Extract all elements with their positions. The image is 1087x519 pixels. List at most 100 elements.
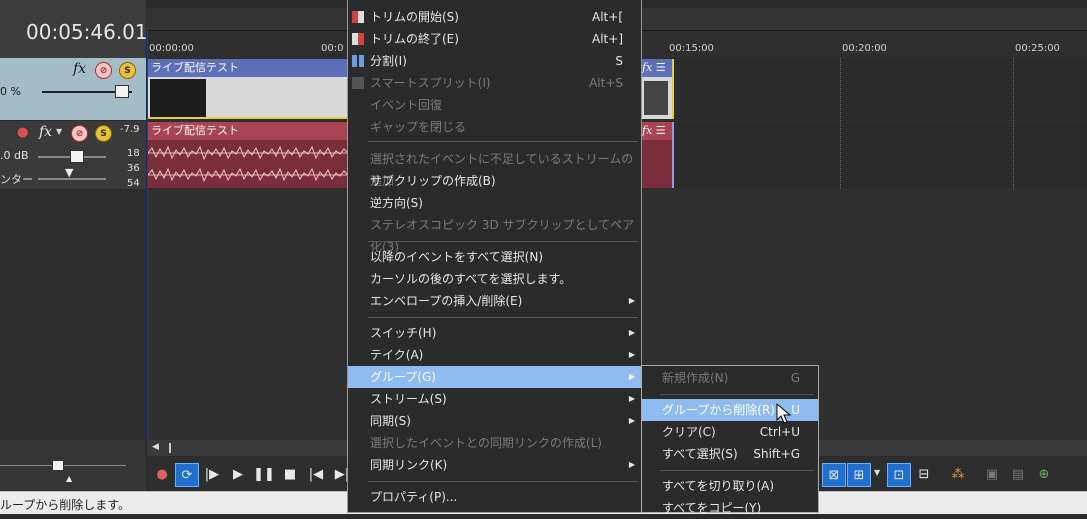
- meter-peak-label: -7.9: [120, 124, 140, 135]
- volume-slider-knob[interactable]: [70, 150, 84, 163]
- scroll-thumb-start[interactable]: [169, 443, 171, 453]
- submenu-item-select-all[interactable]: すべて選択(S) Shift+G: [642, 443, 818, 465]
- loop-playback-icon[interactable]: ⟳: [175, 463, 199, 487]
- menu-item-create-subclip[interactable]: サブクリップの作成(B): [348, 170, 641, 192]
- clip-menu-icon[interactable]: ☰: [656, 61, 666, 74]
- pause-icon[interactable]: ❚❚: [253, 463, 275, 485]
- play-from-start-icon[interactable]: |▶: [201, 463, 223, 485]
- zoom-up-icon[interactable]: ▲: [66, 474, 72, 483]
- submenu-arrow-icon: ▶: [628, 460, 635, 469]
- menu-item-reverse[interactable]: 逆方向(S): [348, 192, 641, 214]
- ruler-tick-label: 00:0: [321, 43, 344, 54]
- submenu-item-copy-all[interactable]: すべてをコピー(Y): [642, 497, 818, 519]
- normal-edit-tool-icon[interactable]: ⁂: [947, 463, 969, 485]
- menu-separator: [368, 241, 638, 242]
- menu-item-select-after-cursor[interactable]: カーソルの後のすべてを選択します。: [348, 268, 641, 290]
- submenu-arrow-icon: ▶: [628, 394, 635, 403]
- fx-dropdown-icon[interactable]: ▼: [56, 127, 62, 136]
- pan-label: ンター: [0, 173, 33, 186]
- menu-item-add-missing-streams[interactable]: 選択されたイベントに不足しているストリームの追加: [348, 148, 641, 188]
- bottom-left-panel: ▲: [0, 440, 146, 491]
- audio-track-header[interactable]: ● fx ▼ ⊘ S -7.9 .0 dB ンター ▼ 18 36 54: [0, 121, 146, 189]
- menu-item-group[interactable]: グループ(G) ▶: [348, 366, 641, 388]
- video-thumbnail-end: [644, 81, 668, 115]
- group-submenu: 新規作成(N) G グループから削除(R) U クリア(C) Ctrl+U すべ…: [641, 365, 819, 515]
- audio-clip-end[interactable]: fx ☰: [642, 122, 674, 188]
- submenu-item-new-group[interactable]: 新規作成(N) G: [642, 367, 818, 389]
- track-list-empty-area: [0, 190, 146, 440]
- grid-line: [1013, 58, 1014, 189]
- audio-mute-icon[interactable]: ⊘: [71, 125, 88, 142]
- menu-item-select-following[interactable]: 以降のイベントをすべて選択(N): [348, 246, 641, 268]
- meter-label-36: 36: [127, 163, 140, 174]
- menu-item-take[interactable]: テイク(A) ▶: [348, 344, 641, 366]
- video-clip-end[interactable]: fx ☰: [642, 59, 674, 119]
- selection-tool-icon[interactable]: ▤: [1007, 463, 1029, 485]
- stop-icon[interactable]: ■: [279, 463, 301, 485]
- menu-item-sync[interactable]: 同期(S) ▶: [348, 410, 641, 432]
- pan-slider-knob[interactable]: ▼: [65, 166, 73, 179]
- video-level-slider-knob[interactable]: [115, 85, 129, 98]
- audio-clip[interactable]: ライブ配信テスト: [148, 122, 348, 188]
- clip-fx-icon[interactable]: fx: [642, 61, 652, 74]
- menu-item-smart-split[interactable]: スマートスプリット(I) Alt+S: [348, 72, 641, 94]
- video-clip-title: ライブ配信テスト: [148, 59, 348, 77]
- submenu-arrow-icon: ▶: [628, 328, 635, 337]
- submenu-item-cut-all[interactable]: すべてを切り取り(A): [642, 475, 818, 497]
- solo-icon[interactable]: S: [119, 62, 136, 79]
- zoom-slider-knob[interactable]: [52, 460, 64, 471]
- menu-item-trim-start[interactable]: トリムの開始(S) Alt+[: [348, 6, 641, 28]
- menu-separator: [368, 481, 638, 482]
- menu-item-close-gap[interactable]: ギャップを閉じる: [348, 116, 641, 138]
- ruler-tick-label: 00:15:00: [669, 43, 714, 54]
- menu-separator: [368, 317, 638, 318]
- trim-start-icon: [352, 11, 364, 23]
- audio-clip-menu-icon[interactable]: ☰: [656, 124, 666, 137]
- timecode-display: 00:05:46.01: [26, 20, 148, 44]
- play-icon[interactable]: ▶: [227, 463, 249, 485]
- snapping-icon[interactable]: ⊞: [847, 463, 871, 487]
- menu-item-envelopes[interactable]: エンベロープの挿入/削除(E) ▶: [348, 290, 641, 312]
- video-clip[interactable]: ライブ配信テスト: [148, 59, 348, 119]
- menu-item-event-recover[interactable]: イベント回復: [348, 94, 641, 116]
- menu-item-trim-end[interactable]: トリムの終了(E) Alt+]: [348, 28, 641, 50]
- menu-item-create-sync-link[interactable]: 選択したイベントとの同期リンクの作成(L): [348, 432, 641, 454]
- submenu-arrow-icon: ▶: [628, 416, 635, 425]
- audio-fx-icon[interactable]: fx: [39, 124, 52, 140]
- lock-envelopes-icon[interactable]: ⊟: [913, 463, 935, 485]
- menu-separator: [660, 470, 814, 471]
- scroll-left-icon[interactable]: ◀: [152, 442, 159, 452]
- menu-item-switch[interactable]: スイッチ(H) ▶: [348, 322, 641, 344]
- split-icon: [352, 55, 364, 67]
- ruler-tick-label: 00:25:00: [1015, 43, 1060, 54]
- grid-line: [840, 58, 841, 189]
- trim-end-icon: [352, 33, 364, 45]
- meter-label-54: 54: [127, 178, 140, 189]
- menu-item-sync-link[interactable]: 同期リンク(K) ▶: [348, 454, 641, 476]
- menu-item-properties[interactable]: プロパティ(P)...: [348, 486, 641, 508]
- submenu-arrow-icon: ▶: [628, 350, 635, 359]
- mute-icon[interactable]: ⊘: [95, 62, 112, 79]
- record-icon[interactable]: ●: [151, 463, 173, 485]
- menu-item-pair-stereoscopic[interactable]: ステレオスコピック 3D サブクリップとしてペア化(3): [348, 214, 641, 254]
- zoom-tool-icon[interactable]: ⊕: [1033, 463, 1055, 485]
- menu-item-split[interactable]: 分割(I) S: [348, 50, 641, 72]
- record-arm-icon[interactable]: ●: [17, 125, 28, 140]
- snapping-dropdown-icon[interactable]: ▼: [874, 468, 880, 477]
- meter-label-18: 18: [127, 148, 140, 159]
- submenu-arrow-icon: ▶: [628, 372, 635, 381]
- audio-waveform: [148, 145, 348, 183]
- context-menu: トリムの開始(S) Alt+[ トリムの終了(E) Alt+] 分割(I) S …: [347, 0, 642, 513]
- auto-crossfade-icon[interactable]: ⊠: [822, 463, 846, 487]
- fx-icon[interactable]: fx: [73, 61, 86, 77]
- menu-item-stream[interactable]: ストリーム(S) ▶: [348, 388, 641, 410]
- go-to-start-icon[interactable]: |◀: [305, 463, 327, 485]
- smart-split-icon: [352, 77, 364, 89]
- ruler-tick-label: 00:00:00: [149, 43, 194, 54]
- volume-label: .0 dB: [0, 149, 29, 162]
- audio-solo-icon[interactable]: S: [95, 125, 112, 142]
- video-track-header[interactable]: fx ⊘ S 0 %: [0, 58, 146, 120]
- audio-clip-fx-icon[interactable]: fx: [642, 124, 652, 137]
- ignore-grouping-icon[interactable]: ⊡: [887, 463, 911, 487]
- envelope-tool-icon[interactable]: ▣: [981, 463, 1003, 485]
